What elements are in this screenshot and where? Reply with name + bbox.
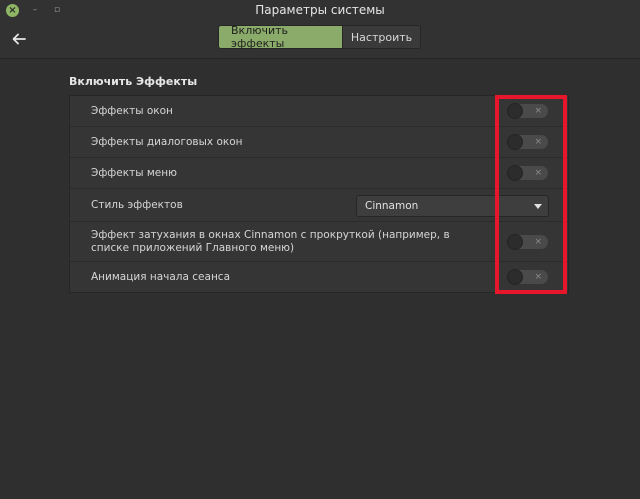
setting-label: Анимация начала сеанса [91, 271, 231, 283]
tab-enable-effects[interactable]: Включить эффекты [218, 24, 343, 50]
setting-row-menu-effects: Эффекты меню × [70, 158, 568, 189]
setting-label: Эффект затухания в окнах Cinnamon с прок… [91, 229, 450, 254]
header-bar: Включить эффекты Настроить [0, 22, 640, 59]
dropdown-value: Cinnamon [365, 200, 419, 212]
title-bar: × – ▫ Параметры системы [0, 0, 640, 22]
tab-switcher: Включить эффекты Настроить [218, 24, 421, 50]
setting-row-window-effects: Эффекты окон × [70, 96, 568, 127]
section-title: Включить Эффекты [69, 75, 198, 88]
back-arrow-icon [12, 33, 26, 45]
tab-customize[interactable]: Настроить [343, 25, 421, 49]
setting-label: Стиль эффектов [91, 199, 183, 211]
setting-label: Эффекты окон [91, 105, 173, 117]
system-settings-window: × – ▫ Параметры системы Включить эффекты… [0, 0, 640, 499]
effects-settings-panel: Эффекты окон × Эффекты диалоговых окон ×… [69, 95, 569, 293]
setting-row-effects-style: Стиль эффектов Cinnamon [70, 189, 568, 222]
setting-label: Эффекты меню [91, 167, 177, 179]
highlight-annotation [495, 95, 567, 294]
setting-row-session-animation: Анимация начала сеанса × [70, 262, 568, 292]
setting-label: Эффекты диалоговых окон [91, 136, 243, 148]
setting-row-fade-effect: Эффект затухания в окнах Cinnamon с прок… [70, 222, 568, 262]
window-title: Параметры системы [255, 3, 385, 17]
setting-row-dialog-effects: Эффекты диалоговых окон × [70, 127, 568, 158]
back-button[interactable] [10, 28, 28, 50]
